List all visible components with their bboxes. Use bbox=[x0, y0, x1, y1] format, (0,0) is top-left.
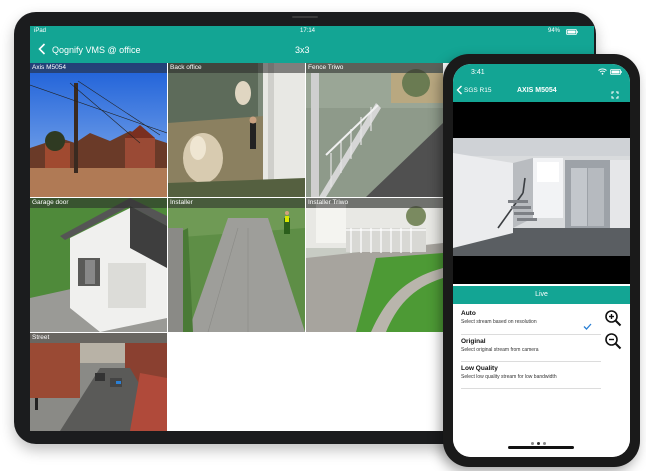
camera-label: Installer Triwo bbox=[306, 198, 443, 208]
zoom-in-icon[interactable] bbox=[604, 309, 622, 332]
camera-tile-street[interactable]: Street bbox=[30, 333, 167, 431]
battery-icon bbox=[610, 69, 622, 77]
zoom-out-icon[interactable] bbox=[604, 332, 622, 355]
option-title: Original bbox=[461, 338, 486, 345]
status-time: 3:41 bbox=[471, 69, 485, 76]
stream-options-sheet: Live Auto Select stream based on resolut… bbox=[453, 284, 630, 457]
wifi-icon bbox=[598, 68, 607, 77]
device-name: iPad bbox=[34, 28, 47, 34]
live-video-feed[interactable] bbox=[453, 138, 630, 256]
camera-tile-back-office[interactable]: Back office bbox=[168, 63, 305, 197]
camera-label: Fence Triwo bbox=[306, 63, 443, 73]
camera-label: Back office bbox=[168, 63, 305, 73]
tablet-top-button bbox=[292, 16, 318, 18]
layout-label[interactable]: 3x3 bbox=[295, 45, 310, 55]
camera-tile-garage-door[interactable]: Garage door bbox=[30, 198, 167, 332]
battery-icon bbox=[566, 29, 578, 37]
camera-tile-installer-triwo[interactable]: Installer Triwo bbox=[306, 198, 443, 332]
camera-label: Axis M5054 bbox=[30, 63, 167, 73]
battery-level: 94% bbox=[548, 28, 561, 34]
option-title: Low Quality bbox=[461, 365, 498, 372]
back-button-label[interactable]: SGS R15 bbox=[464, 87, 491, 94]
phone-device: 3:41 SGS R15 AXIS M5054 Live Auto Select… bbox=[443, 54, 640, 467]
option-auto[interactable]: Auto Select stream based on resolution bbox=[461, 310, 601, 325]
option-original[interactable]: Original Select original stream from cam… bbox=[461, 338, 601, 353]
option-divider bbox=[461, 388, 601, 389]
camera-tile-fence-triwo[interactable]: Fence Triwo bbox=[306, 63, 443, 197]
video-letterbox-bottom bbox=[453, 256, 630, 284]
option-divider bbox=[461, 361, 601, 362]
camera-grid: Axis M5054 Back office Fence Triwo Garag… bbox=[30, 63, 444, 431]
home-indicator[interactable] bbox=[508, 446, 574, 449]
phone-screen: 3:41 SGS R15 AXIS M5054 Live Auto Select… bbox=[453, 64, 630, 457]
expand-icon[interactable] bbox=[611, 86, 619, 99]
camera-title: AXIS M5054 bbox=[517, 87, 557, 94]
phone-nav-bar: SGS R15 AXIS M5054 bbox=[453, 82, 630, 102]
tablet-status-bar: iPad 17:14 94% bbox=[30, 26, 594, 38]
option-divider bbox=[461, 334, 601, 335]
option-desc: Select original stream from camera bbox=[461, 347, 539, 353]
video-letterbox-top bbox=[453, 102, 630, 138]
back-chevron-icon[interactable] bbox=[456, 85, 463, 98]
option-desc: Select stream based on resolution bbox=[461, 319, 537, 325]
check-icon bbox=[583, 317, 592, 335]
option-title: Auto bbox=[461, 310, 476, 317]
camera-tile-installer[interactable]: Installer bbox=[168, 198, 305, 332]
camera-label: Street bbox=[30, 333, 167, 343]
phone-status-bar: 3:41 bbox=[453, 64, 630, 82]
back-chevron-icon[interactable] bbox=[38, 43, 46, 57]
site-title[interactable]: Qognify VMS @ office bbox=[52, 45, 141, 55]
camera-label: Installer bbox=[168, 198, 305, 208]
sheet-title: Live bbox=[453, 286, 630, 304]
camera-label: Garage door bbox=[30, 198, 167, 208]
camera-tile-axis-m5054[interactable]: Axis M5054 bbox=[30, 63, 167, 197]
status-time: 17:14 bbox=[300, 28, 316, 34]
option-desc: Select low quality stream for low bandwi… bbox=[461, 374, 557, 380]
option-low-quality[interactable]: Low Quality Select low quality stream fo… bbox=[461, 365, 601, 380]
